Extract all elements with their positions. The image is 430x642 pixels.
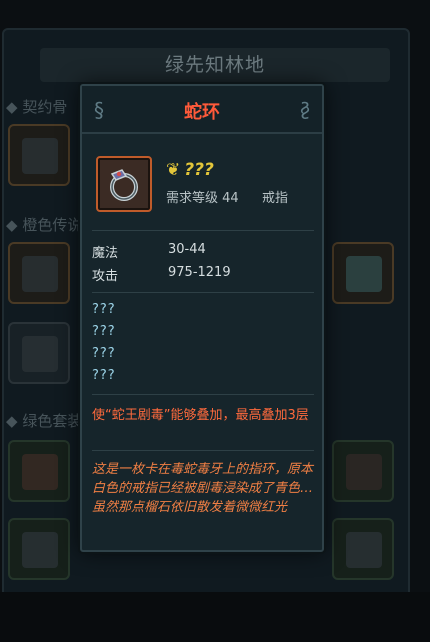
inventory-slot[interactable] [8, 242, 70, 304]
stat-label: 魔法 [92, 246, 119, 261]
bottom-bar [0, 592, 430, 642]
area-title: 绿先知林地 [164, 54, 265, 76]
popup-header: § 蛇环 § [82, 86, 322, 134]
unknown-affix: ??? [92, 346, 116, 361]
special-effect: 使“蛇王剧毒”能够叠加，最高叠加3层 [92, 408, 309, 423]
item-detail-popup[interactable]: § 蛇环 § ❦??? 需求等级 44 戒指 魔法 30-44 攻击 975-1… [80, 84, 324, 552]
inventory-slot[interactable] [8, 440, 70, 502]
unknown-affix: ??? [92, 324, 116, 339]
inventory-slot[interactable] [8, 124, 70, 186]
unknown-affix: ??? [92, 368, 116, 383]
leaf-quality-icon: ❦ [166, 160, 181, 180]
section-label: ◆ 契约骨 [6, 98, 68, 116]
stat-value: 975-1219 [168, 265, 231, 280]
item-icon-frame [96, 156, 152, 212]
stat-value: 30-44 [168, 242, 206, 257]
inventory-slot[interactable] [8, 322, 70, 384]
divider [92, 230, 314, 231]
stat-label: 攻击 [92, 269, 119, 284]
section-label: ◆ 绿色套装 [6, 412, 83, 430]
item-lore: 这是一枚卡在毒蛇毒牙上的指环，原本白色的戒指已经被剧毒浸染成了青色…虽然那点榴石… [92, 462, 314, 515]
divider [92, 394, 314, 395]
item-quality: ❦??? [166, 160, 214, 180]
flourish-icon: § [300, 98, 310, 122]
item-type: 戒指 [262, 191, 289, 206]
section-label: ◆ 橙色传说 [6, 216, 83, 234]
item-name: 蛇环 [184, 102, 220, 123]
ring-icon [110, 169, 138, 201]
divider [92, 292, 314, 293]
inventory-slot[interactable] [332, 518, 394, 580]
inventory-slot[interactable] [332, 242, 394, 304]
required-level: 需求等级 44 [166, 191, 239, 206]
inventory-slot[interactable] [332, 440, 394, 502]
unknown-affix: ??? [92, 302, 116, 317]
inventory-slot[interactable] [8, 518, 70, 580]
divider [92, 450, 314, 451]
